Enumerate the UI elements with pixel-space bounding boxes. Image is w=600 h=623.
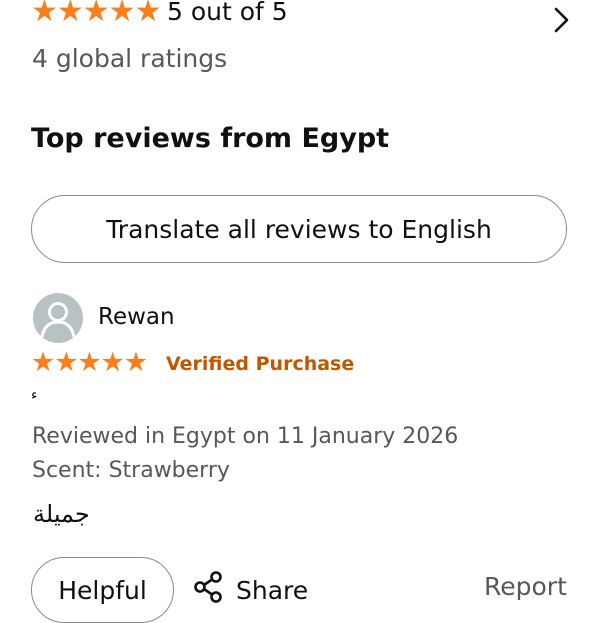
summary-star-rating: ★★★★★	[31, 0, 161, 29]
chevron-right-icon[interactable]	[549, 5, 575, 35]
section-heading: Top reviews from Egypt	[31, 123, 390, 154]
summary-rating-text: 5 out of 5	[167, 0, 288, 26]
share-label: Share	[236, 575, 309, 605]
share-icon	[192, 570, 226, 610]
review-body: جميلة	[33, 500, 90, 528]
translate-reviews-button[interactable]: Translate all reviews to English	[31, 195, 567, 263]
helpful-button[interactable]: Helpful	[31, 557, 174, 623]
review-variant: Scent: Strawberry	[32, 458, 230, 483]
review-title-mark: ء	[31, 387, 38, 403]
review-star-rating: ★★★★★	[31, 347, 148, 378]
share-button[interactable]: Share	[192, 570, 308, 610]
avatar-icon	[33, 293, 83, 343]
global-ratings-count[interactable]: 4 global ratings	[32, 42, 227, 76]
reviewer-name[interactable]: Rewan	[98, 301, 175, 333]
review-date: Reviewed in Egypt on 11 January 2026	[32, 424, 459, 449]
report-link[interactable]: Report	[484, 570, 567, 604]
verified-purchase-badge: Verified Purchase	[166, 353, 355, 375]
